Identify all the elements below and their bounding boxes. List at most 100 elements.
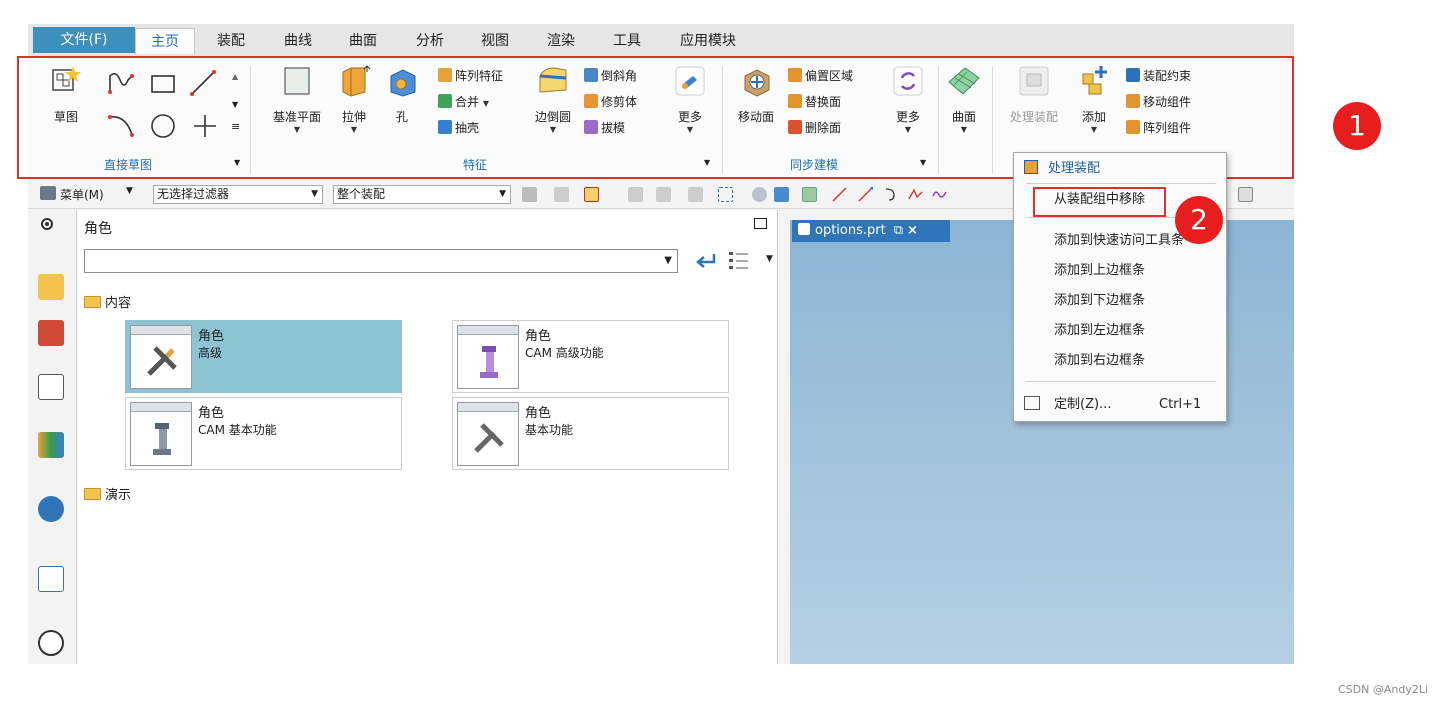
watermark: CSDN @Andy2Li [1338,683,1429,696]
rectangle-select-icon[interactable] [718,187,733,202]
chevron-down-icon[interactable]: ▼ [766,254,773,264]
tools-icon [474,423,504,453]
folder-content-label: 内容 [105,296,132,311]
role-card-cam-advanced[interactable]: 角色 CAM 高级功能 [452,320,729,393]
folder-demo-label: 演示 [105,488,132,503]
annotation-highlight-menu-item [1033,187,1166,217]
role-thumbnail [130,402,192,466]
settings-gear-icon[interactable] [39,216,55,232]
snap-point-icon[interactable] [802,187,817,202]
annotation-badge-2: 2 [1175,196,1223,244]
part-file-tab[interactable]: options.prt ⧉ × [792,220,950,242]
filter-icon[interactable] [554,187,569,202]
constraint-navigator-icon[interactable] [38,320,64,346]
reuse-library-icon[interactable] [38,432,64,458]
role-card-title: 角色 [198,329,225,344]
curve-snap-icon[interactable] [884,187,899,202]
pin-icon[interactable]: ⧉ [894,223,903,238]
list-view-icon[interactable] [728,250,750,272]
history-icon[interactable] [38,566,64,592]
roles-panel: 角色 ▼ ▼ 内容 角色 高级 角色 CAM 高级功能 角色 CAM 基本功能 … [78,210,778,664]
folder-icon [84,296,101,308]
endpoint-snap-icon[interactable] [858,186,874,202]
wave-snap-icon[interactable] [932,187,947,202]
back-icon[interactable] [694,252,716,270]
select-component-icon[interactable] [688,187,703,202]
menu-item-add-right-border[interactable]: 添加到右边框条 [1014,349,1226,373]
role-thumbnail [130,325,192,389]
part-file-icon [798,223,810,235]
role-thumbnail [457,325,519,389]
role-card-basic[interactable]: 角色 基本功能 [452,397,729,470]
chevron-down-icon: ▼ [664,255,672,266]
tab-application[interactable]: 应用模块 [668,28,748,54]
role-card-subtitle: 基本功能 [525,423,574,437]
file-menu-tab[interactable]: 文件(F) [33,27,135,53]
role-card-cam-basic[interactable]: 角色 CAM 基本功能 [125,397,402,470]
selection-scope-dropdown[interactable]: 整个装配 ▼ [333,185,511,204]
selection-filter-dropdown[interactable]: 无选择过滤器 ▼ [153,185,323,204]
tab-curve[interactable]: 曲线 [273,28,323,54]
view-triad-icon[interactable] [752,187,767,202]
folder-content[interactable]: 内容 [84,292,131,311]
menu-button[interactable]: 菜单(M) [60,186,104,203]
select-body-icon[interactable] [656,187,671,202]
maximize-icon[interactable] [754,218,767,229]
role-card-subtitle: CAM 基本功能 [198,423,277,437]
select-feature-icon[interactable] [628,187,643,202]
tab-view[interactable]: 视图 [470,28,520,54]
panel-title: 角色 [84,221,112,237]
menu-item-customize[interactable]: 定制(Z)... Ctrl+1 [1014,393,1226,417]
clock-icon[interactable] [38,630,64,656]
shaded-view-icon[interactable] [774,187,789,202]
menu-divider [1026,183,1216,184]
chevron-down-icon: ▼ [311,189,318,199]
selection-scope-value: 整个装配 [337,187,386,201]
context-menu-header: 处理装配 [1014,157,1226,181]
chevron-down-icon: ▼ [499,189,506,199]
ribbon-tab-bar: 文件(F) 主页 装配 曲线 曲面 分析 视图 渲染 工具 应用模块 [28,24,1294,56]
chevron-down-icon[interactable]: ▼ [126,186,133,196]
role-card-title: 角色 [525,329,552,344]
role-thumbnail [457,402,519,466]
menu-item-add-top-border[interactable]: 添加到上边框条 [1014,259,1226,283]
close-icon[interactable]: × [907,223,918,238]
menu-icon [40,186,56,200]
grid-icon[interactable] [1238,187,1253,202]
menu-divider [1026,381,1216,382]
tab-assembly[interactable]: 装配 [206,28,256,54]
role-card-title: 角色 [198,406,225,421]
tab-analysis[interactable]: 分析 [405,28,455,54]
part-navigator-icon[interactable] [38,374,64,400]
tab-surface[interactable]: 曲面 [338,28,388,54]
snap-icon[interactable] [522,187,537,202]
assembly-navigator-icon[interactable] [38,274,64,300]
folder-demo[interactable]: 演示 [84,484,131,503]
line-snap-icon[interactable] [832,187,847,202]
role-card-subtitle: CAM 高级功能 [525,346,604,360]
customize-label: 定制(Z)... [1054,397,1112,412]
tab-tools[interactable]: 工具 [602,28,652,54]
tab-home[interactable]: 主页 [135,28,195,54]
folder-icon [84,488,101,500]
role-card-subtitle: 高级 [198,346,223,360]
tab-render[interactable]: 渲染 [536,28,586,54]
spline-snap-icon[interactable] [908,187,923,202]
menu-item-add-left-border[interactable]: 添加到左边框条 [1014,319,1226,343]
machining-icon [153,423,171,455]
select-all-icon[interactable] [584,187,599,202]
context-menu-header-label: 处理装配 [1048,161,1101,176]
selection-filter-value: 无选择过滤器 [157,187,230,201]
tools-icon [147,346,177,376]
role-search-combobox[interactable]: ▼ [84,249,678,273]
machining-icon [480,346,498,378]
part-file-name: options.prt [815,223,886,238]
menu-item-add-bottom-border[interactable]: 添加到下边框条 [1014,289,1226,313]
role-card-advanced[interactable]: 角色 高级 [125,320,402,393]
role-card-title: 角色 [525,406,552,421]
web-browser-icon[interactable] [38,496,64,522]
resource-bar [28,210,77,664]
process-assembly-icon [1024,160,1038,174]
annotation-badge-1: 1 [1333,102,1381,150]
customize-icon [1024,396,1040,410]
